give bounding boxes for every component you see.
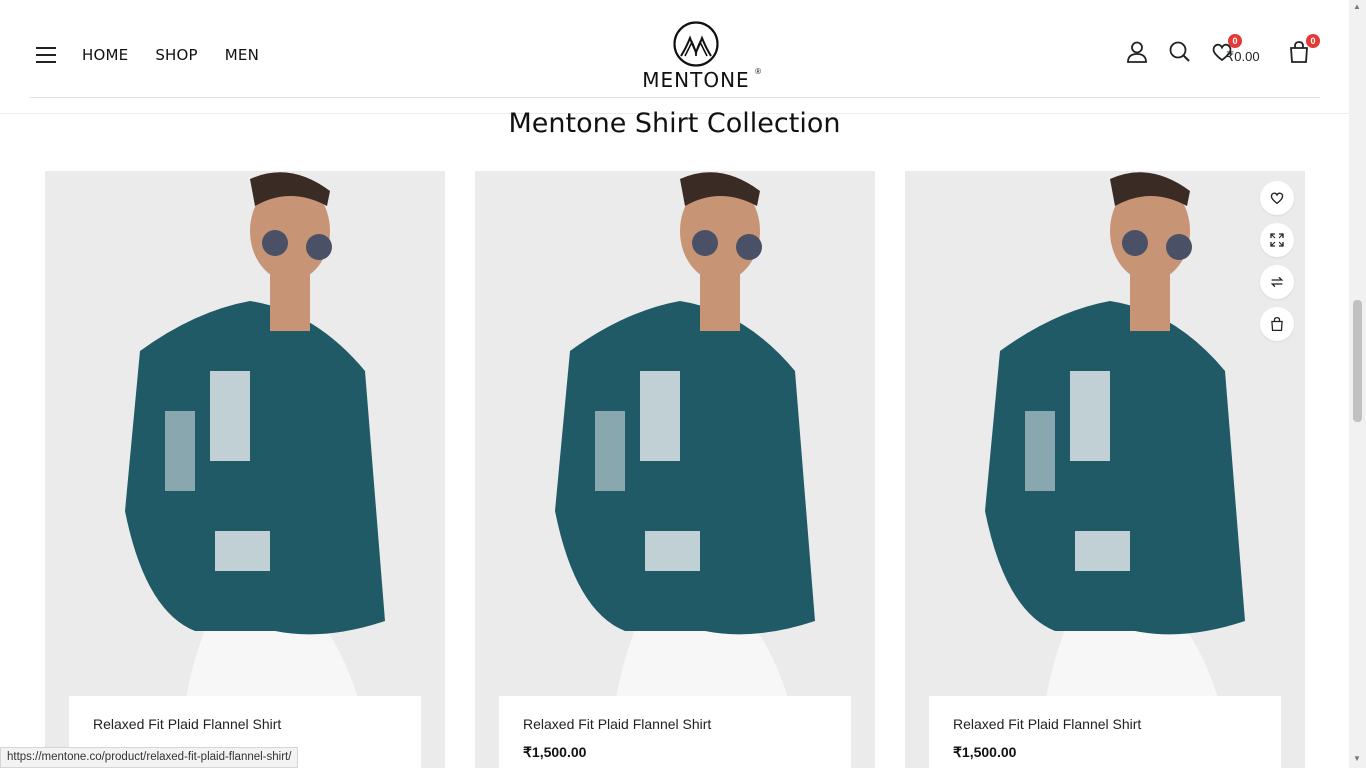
product-image (475, 171, 875, 768)
user-icon[interactable] (1126, 40, 1150, 64)
scroll-down-arrow-icon[interactable]: ▼ (1353, 754, 1361, 763)
add-to-cart-button[interactable] (1260, 307, 1294, 341)
section-title: Mentone Shirt Collection (508, 108, 841, 139)
nav-item-home[interactable]: HOME (82, 46, 128, 64)
compare-icon (1270, 276, 1284, 288)
scroll-thumb[interactable] (1353, 300, 1362, 422)
product-image (905, 171, 1305, 768)
product-image (45, 171, 445, 768)
product-name[interactable]: Relaxed Fit Plaid Flannel Shirt (953, 716, 1257, 732)
add-to-wishlist-button[interactable] (1260, 181, 1294, 215)
product-price: ₹1,500.00 (523, 744, 587, 760)
compare-button[interactable] (1260, 265, 1294, 299)
expand-icon (1270, 233, 1284, 247)
wishlist-count-badge: 0 (1228, 34, 1242, 48)
product-info: Relaxed Fit Plaid Flannel Shirt ₹1,500.0… (929, 696, 1281, 768)
logo-mark-icon (673, 21, 719, 67)
cart-count-badge: 0 (1306, 34, 1320, 48)
nav-item-shop[interactable]: SHOP (155, 46, 197, 64)
product-name[interactable]: Relaxed Fit Plaid Flannel Shirt (523, 716, 827, 732)
product-quick-actions (1260, 181, 1294, 349)
brand-name: MENTONE (642, 68, 750, 92)
shopping-bag-icon (1271, 316, 1283, 331)
main-nav: HOME SHOP MEN (82, 46, 286, 64)
status-bar-url: https://mentone.co/product/relaxed-fit-p… (0, 747, 299, 768)
cart-total[interactable]: ₹0.00 (1226, 49, 1260, 65)
product-card[interactable]: Relaxed Fit Plaid Flannel Shirt ₹1,500.0… (475, 171, 875, 768)
nav-item-men[interactable]: MEN (225, 46, 259, 64)
product-name[interactable]: Relaxed Fit Plaid Flannel Shirt (93, 716, 397, 732)
product-info: Relaxed Fit Plaid Flannel Shirt ₹1,500.0… (499, 696, 851, 768)
header-bar: HOME SHOP MEN MENTONE ® 0 ₹0.00 0 (30, 0, 1320, 98)
search-icon[interactable] (1168, 40, 1192, 64)
product-card[interactable]: Relaxed Fit Plaid Flannel Shirt ₹1,500.0… (905, 171, 1305, 768)
heart-icon (1270, 192, 1284, 205)
page-scrollbar[interactable]: ▲ ▼ (1349, 0, 1366, 768)
header-actions: 0 ₹0.00 0 (1120, 34, 1320, 72)
quick-view-button[interactable] (1260, 223, 1294, 257)
site-header: HOME SHOP MEN MENTONE ® 0 ₹0.00 0 (0, 0, 1349, 114)
product-price: ₹1,500.00 (953, 744, 1017, 760)
registered-mark: ® (755, 67, 761, 76)
scroll-up-arrow-icon[interactable]: ▲ (1353, 2, 1361, 11)
brand-logo[interactable]: MENTONE ® (635, 20, 761, 94)
cart-button[interactable]: 0 (1288, 34, 1320, 64)
hamburger-icon[interactable] (36, 47, 56, 63)
product-card[interactable]: Relaxed Fit Plaid Flannel Shirt (45, 171, 445, 768)
